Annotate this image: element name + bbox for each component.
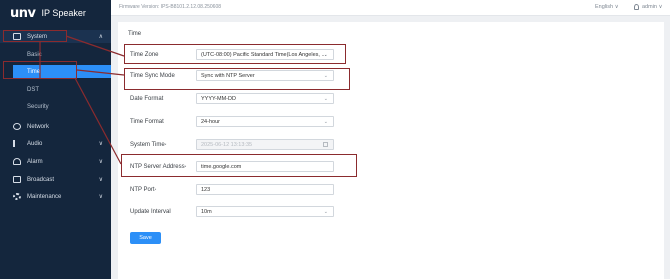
connector-line bbox=[65, 35, 125, 57]
annotation-lines bbox=[39, 35, 125, 165]
connector-line bbox=[74, 77, 122, 165]
connector-line bbox=[76, 69, 125, 76]
